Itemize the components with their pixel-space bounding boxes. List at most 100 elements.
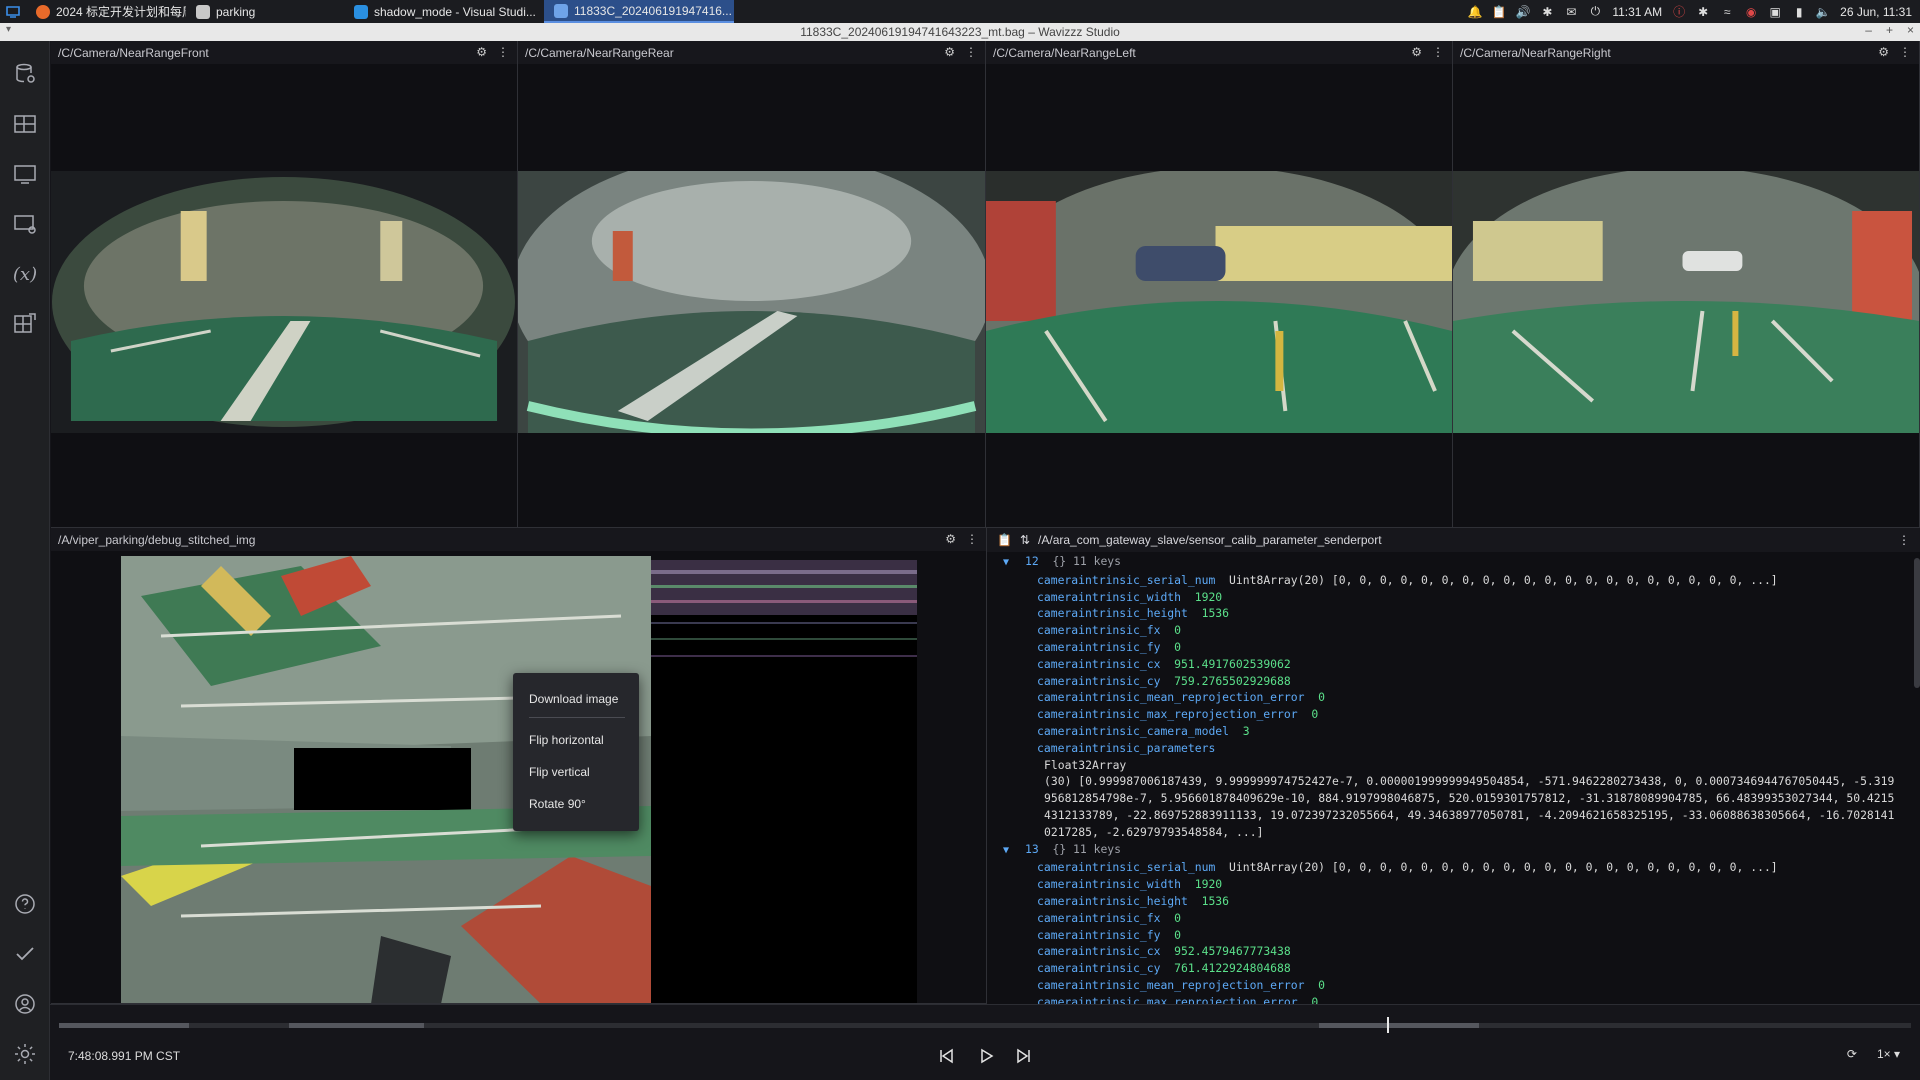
download-image-menu-item[interactable]: Download image (513, 683, 639, 715)
raw-messages-panel[interactable]: 📋 ⇅ /A/ara_com_gateway_slave/sensor_cali… (987, 528, 1920, 1004)
panel-topic[interactable]: /A/ara_com_gateway_slave/sensor_calib_pa… (1038, 533, 1382, 547)
gear-icon[interactable]: ⚙ (945, 532, 956, 546)
field-row: cameraintrinsic_max_reprojection_error 0 (1037, 707, 1319, 722)
node-index: 13 (1025, 841, 1039, 856)
more-vert-icon[interactable]: ⋮ (497, 45, 509, 59)
scrollbar[interactable] (1914, 558, 1920, 688)
field-row: cameraintrinsic_max_reprojection_error 0 (1037, 994, 1319, 1004)
power-icon[interactable]: ⏻ (1588, 4, 1602, 19)
play-icon[interactable] (975, 1046, 997, 1066)
tree-node-13[interactable]: ▼ 13 {} 11 keys (1003, 841, 1906, 860)
clipboard-icon[interactable]: 📋 (1492, 5, 1507, 19)
collapse-arrow-icon[interactable]: ▼ (1003, 555, 1025, 572)
more-vert-icon[interactable]: ⋮ (966, 532, 978, 546)
camera-panel-front[interactable]: /C/Camera/NearRangeFront ⚙ ⋮ (51, 41, 518, 528)
check-icon[interactable] (12, 941, 38, 967)
gear-icon[interactable]: ⚙ (476, 45, 487, 59)
camera-panel-left[interactable]: /C/Camera/NearRangeLeft ⚙ ⋮ (986, 41, 1453, 528)
field-row: cameraintrinsic_serial_num Uint8Array(20… (1037, 860, 1778, 875)
camera-panel-rear[interactable]: /C/Camera/NearRangeRear ⚙ ⋮ (518, 41, 986, 528)
display-icon[interactable]: ▣ (1768, 5, 1782, 19)
camera-panel-right[interactable]: /C/Camera/NearRangeRight ⚙ ⋮ (1453, 41, 1920, 528)
tree-node-12[interactable]: ▼ 12 {} 11 keys (1003, 553, 1906, 572)
field-row: cameraintrinsic_mean_reprojection_error … (1037, 690, 1326, 705)
account-icon[interactable] (12, 991, 38, 1017)
field-row: cameraintrinsic_mean_reprojection_error … (1037, 977, 1326, 992)
flip-horizontal-menu-item[interactable]: Flip horizontal (513, 724, 639, 756)
loop-icon[interactable]: ⟳ (1847, 1047, 1857, 1061)
close-button[interactable]: × (1907, 23, 1914, 37)
flip-vertical-menu-item[interactable]: Flip vertical (513, 756, 639, 788)
gear-icon[interactable]: ⚙ (1411, 45, 1422, 59)
field-row: cameraintrinsic_fy 0 (1037, 927, 1182, 942)
more-vert-icon[interactable]: ⋮ (1899, 45, 1911, 59)
camera-image (518, 171, 985, 433)
date-time[interactable]: 26 Jun, 11:31 (1840, 5, 1912, 19)
task-wavizzz-studio[interactable]: 11833C_202406191947416... (544, 0, 734, 23)
gear-icon[interactable]: ⚙ (944, 45, 955, 59)
window-controls: – + × (1865, 23, 1914, 37)
field-row: cameraintrinsic_fx 0 (1037, 910, 1182, 925)
field-row: cameraintrinsic_cx 951.4917602539062 (1037, 656, 1291, 671)
wifi-icon[interactable]: ≈ (1720, 5, 1734, 19)
playback-time[interactable]: 7:48:08.991 PM CST (68, 1049, 180, 1063)
node-index: 12 (1025, 554, 1039, 568)
speaker-icon[interactable]: 🔈 (1816, 5, 1831, 19)
chevron-down-icon: ▾ (1893, 1047, 1900, 1061)
stitched-noise-area (651, 560, 917, 1003)
help-icon[interactable] (12, 891, 38, 917)
field-row: cameraintrinsic_parameters (1037, 740, 1216, 755)
panel-header: /C/Camera/NearRangeRear ⚙ ⋮ (518, 41, 985, 64)
seek-forward-icon[interactable] (1013, 1046, 1035, 1066)
folder-icon (196, 4, 210, 19)
rotate-menu-item[interactable]: Rotate 90° (513, 788, 639, 820)
more-vert-icon[interactable]: ⋮ (1432, 45, 1444, 59)
settings-icon[interactable] (12, 1041, 38, 1067)
variables-icon[interactable]: (x) (12, 261, 38, 287)
notification-icon[interactable]: 🔔 (1468, 5, 1483, 19)
data-source-icon[interactable] (12, 61, 38, 87)
layout-icon[interactable] (12, 111, 38, 137)
collapse-arrow-icon[interactable]: ▼ (1003, 843, 1025, 860)
task-vscode[interactable]: shadow_mode - Visual Studi... (344, 0, 544, 23)
node-summary: {} 11 keys (1052, 554, 1122, 568)
window-titlebar: ▾ 11833C_20240619194741643223_mt.bag – W… (0, 23, 1920, 41)
mail-icon[interactable]: ✉ (1564, 5, 1578, 19)
clock[interactable]: 11:31 AM (1612, 5, 1662, 19)
app-launcher-icon[interactable] (0, 0, 26, 23)
window-menu-icon[interactable]: ▾ (6, 24, 11, 35)
node-summary: {} 11 keys (1052, 841, 1122, 856)
alert-icon[interactable]: ⓘ (1672, 5, 1686, 19)
bluetooth-tray-icon[interactable]: ✱ (1696, 5, 1710, 19)
expand-collapse-icon[interactable]: ⇅ (1020, 533, 1030, 547)
seek-backward-icon[interactable] (935, 1046, 957, 1066)
panel-settings-icon[interactable] (12, 211, 38, 237)
copy-icon[interactable]: 📋 (997, 533, 1012, 547)
timeline-track[interactable] (59, 1017, 1911, 1033)
more-vert-icon[interactable]: ⋮ (1898, 533, 1910, 547)
battery-icon[interactable]: ▮ (1792, 5, 1806, 19)
panel-header: /A/viper_parking/debug_stitched_img ⚙ ⋮ (51, 528, 986, 551)
maximize-button[interactable]: + (1886, 23, 1893, 37)
panel-topic: /C/Camera/NearRangeRear (525, 45, 674, 60)
task-label: 2024 标定开发计划和每周进... (56, 5, 186, 19)
extensions-icon[interactable] (12, 311, 38, 337)
task-parking-folder[interactable]: parking (186, 0, 336, 23)
minimize-button[interactable]: – (1865, 23, 1872, 37)
camera-image (51, 171, 517, 433)
field-row: cameraintrinsic_serial_num Uint8Array(20… (1037, 572, 1778, 587)
camera-image (1453, 171, 1919, 433)
task-planning-doc[interactable]: 2024 标定开发计划和每周进... (26, 0, 186, 23)
field-row: cameraintrinsic_camera_model 3 (1037, 723, 1250, 738)
gear-icon[interactable]: ⚙ (1878, 45, 1889, 59)
panel-topic: /C/Camera/NearRangeFront (58, 45, 209, 60)
image-context-menu: Download image Flip horizontal Flip vert… (513, 673, 639, 831)
playhead[interactable] (1387, 1017, 1389, 1033)
app-tray-icon[interactable]: ◉ (1744, 5, 1758, 19)
speed-select[interactable]: 1× ▾ (1877, 1047, 1900, 1061)
bluetooth-icon[interactable]: ✱ (1540, 5, 1554, 19)
panel-icon[interactable] (12, 161, 38, 187)
playback-bar: 7:48:08.991 PM CST ⟳ 1× ▾ (50, 1004, 1920, 1080)
more-vert-icon[interactable]: ⋮ (965, 45, 977, 59)
volume-icon[interactable]: 🔊 (1516, 5, 1531, 19)
